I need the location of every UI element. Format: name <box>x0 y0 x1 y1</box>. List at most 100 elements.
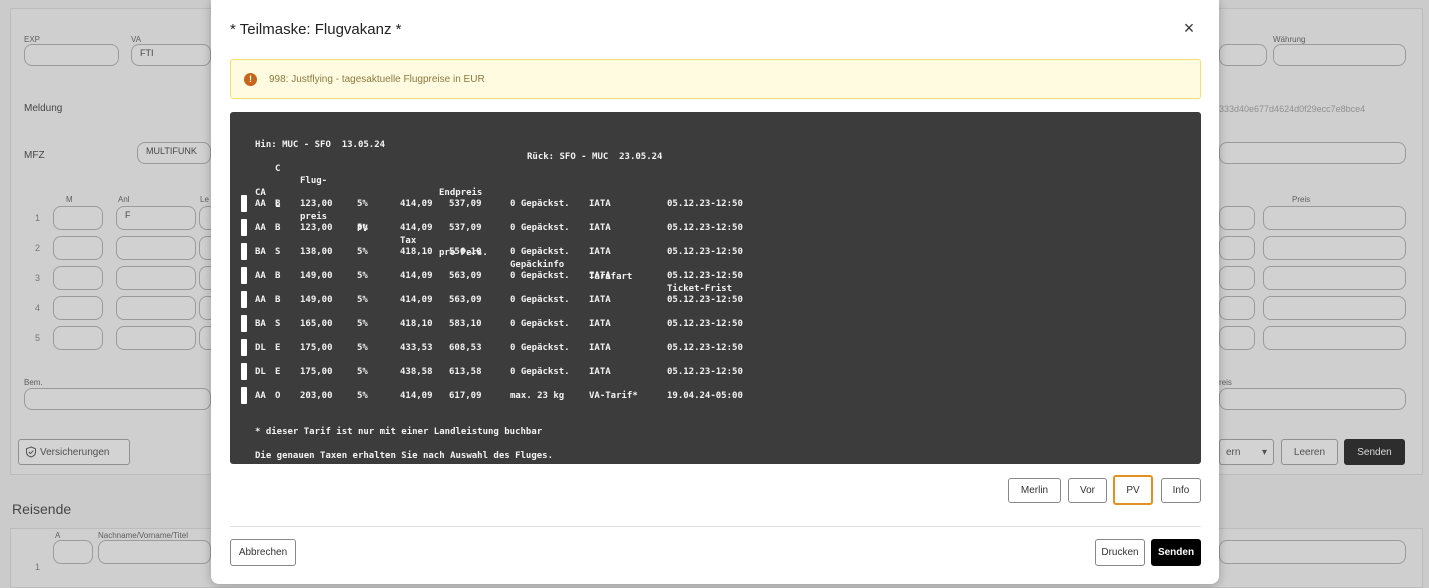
baggage-info: 0 Gepäckst. <box>510 295 570 305</box>
flight-price: 123,00 <box>300 223 333 233</box>
tax-value: 438,58 <box>400 367 433 377</box>
ticket-deadline: 05.12.23-12:50 <box>667 295 743 305</box>
footnote-taxen: Die genauen Taxen erhalten Sie nach Ausw… <box>255 451 554 461</box>
terminal-footnote: * dieser Tarif ist nur mit einer Landlei… <box>230 414 542 437</box>
flight-row[interactable]: BA S 138,00 5% 418,10 556,10 0 Gepäckst. IATA 05… <box>230 246 1201 258</box>
end-price: 563,09 <box>449 271 482 281</box>
carrier: AA <box>255 199 266 209</box>
baggage-info: 0 Gepäckst. <box>510 199 570 209</box>
vor-label: Vor <box>1079 485 1095 496</box>
tax-value: 414,09 <box>400 271 433 281</box>
pv-value: 5% <box>357 367 368 377</box>
drucken-label: Drucken <box>1101 547 1139 558</box>
fare-type: IATA <box>589 271 611 281</box>
vor-button[interactable]: Vor <box>1068 478 1107 503</box>
hin-route: Hin: MUC - SFO 13.05.24 <box>255 140 386 150</box>
ticket-deadline: 05.12.23-12:50 <box>667 319 743 329</box>
booking-class: O <box>275 391 281 401</box>
flight-row[interactable]: DL E 175,00 5% 433,53 608,53 0 Gepäckst. IATA 05… <box>230 342 1201 354</box>
col-c-header: C <box>275 164 281 174</box>
modal-title: * Teilmaske: Flugvakanz * <box>230 21 402 38</box>
flight-price: 175,00 <box>300 343 333 353</box>
ticket-deadline: 19.04.24-05:00 <box>667 391 743 401</box>
booking-class: S <box>275 319 281 329</box>
senden-label: Senden <box>1157 547 1195 558</box>
pv-value: 5% <box>357 295 368 305</box>
pv-value: 5% <box>357 199 368 209</box>
flight-row[interactable]: AA B 123,00 5% 414,09 537,09 0 Gepäckst. IATA 05… <box>230 222 1201 234</box>
footnote-landleistung: * dieser Tarif ist nur mit einer Landlei… <box>255 427 543 437</box>
ticket-deadline: 05.12.23-12:50 <box>667 247 743 257</box>
booking-class: E <box>275 367 281 377</box>
flight-price: 175,00 <box>300 367 333 377</box>
tax-value: 414,09 <box>400 199 433 209</box>
flight-price: 149,00 <box>300 271 333 281</box>
terminal-header-route: Hin: MUC - SFO 13.05.24 Rück: SFO - MUC … <box>230 127 662 162</box>
flight-row[interactable]: AA B 149,00 5% 414,09 563,09 0 Gepäckst. IATA 05… <box>230 294 1201 306</box>
abbrechen-button[interactable]: Abbrechen <box>230 539 296 566</box>
baggage-info: 0 Gepäckst. <box>510 367 570 377</box>
ticket-deadline: 05.12.23-12:50 <box>667 199 743 209</box>
carrier: BA <box>255 319 266 329</box>
merlin-button[interactable]: Merlin <box>1008 478 1061 503</box>
booking-class: B <box>275 199 281 209</box>
close-icon[interactable]: × <box>1180 18 1198 38</box>
baggage-info: 0 Gepäckst. <box>510 343 570 353</box>
carrier: DL <box>255 367 266 377</box>
terminal-header-row-1: C Flug- Endpreis <box>230 151 482 198</box>
pv-value: 5% <box>357 343 368 353</box>
pv-button[interactable]: PV <box>1113 475 1153 505</box>
fare-type: IATA <box>589 295 611 305</box>
fare-type: IATA <box>589 319 611 329</box>
end-price: 608,53 <box>449 343 482 353</box>
merlin-label: Merlin <box>1020 485 1049 496</box>
flight-row[interactable]: AA B 149,00 5% 414,09 563,09 0 Gepäckst. IATA 05… <box>230 270 1201 282</box>
rueck-route: Rück: SFO - MUC 23.05.24 <box>527 152 663 162</box>
fare-type: IATA <box>589 247 611 257</box>
end-price: 537,09 <box>449 223 482 233</box>
warning-alert: ! 998: Justflying - tagesaktuelle Flugpr… <box>230 59 1201 99</box>
tax-value: 418,10 <box>400 247 433 257</box>
flight-row[interactable]: DL E 175,00 5% 438,58 613,58 0 Gepäckst. IATA 05… <box>230 366 1201 378</box>
flight-row[interactable]: AA O 203,00 5% 414,09 617,09 max. 23 kg VA-Tari… <box>230 390 1201 402</box>
flight-price: 123,00 <box>300 199 333 209</box>
flight-row[interactable]: BA S 165,00 5% 418,10 583,10 0 Gepäckst. IATA 05… <box>230 318 1201 330</box>
carrier: BA <box>255 247 266 257</box>
pv-value: 5% <box>357 271 368 281</box>
tax-value: 414,09 <box>400 391 433 401</box>
abbrechen-label: Abbrechen <box>238 547 288 558</box>
end-price: 556,10 <box>449 247 482 257</box>
tax-value: 414,09 <box>400 223 433 233</box>
fare-type: IATA <box>589 343 611 353</box>
carrier: AA <box>255 271 266 281</box>
carrier: DL <box>255 343 266 353</box>
flight-row[interactable]: AA B 123,00 5% 414,09 537,09 0 Gepäckst. IATA 05… <box>230 198 1201 210</box>
baggage-info: 0 Gepäckst. <box>510 247 570 257</box>
flight-availability-terminal: Hin: MUC - SFO 13.05.24 Rück: SFO - MUC … <box>230 112 1201 464</box>
warning-icon: ! <box>244 72 257 86</box>
tax-value: 433,53 <box>400 343 433 353</box>
pv-label: PV <box>1126 484 1140 496</box>
booking-class: B <box>275 223 281 233</box>
pv-value: 5% <box>357 223 368 233</box>
pv-value: 5% <box>357 247 368 257</box>
drucken-button[interactable]: Drucken <box>1095 539 1145 566</box>
senden-button[interactable]: Senden <box>1151 539 1201 566</box>
flight-price: 165,00 <box>300 319 333 329</box>
carrier: AA <box>255 295 266 305</box>
baggage-info: max. 23 kg <box>510 391 565 401</box>
fare-type: IATA <box>589 199 611 209</box>
warning-text: 998: Justflying - tagesaktuelle Flugprei… <box>269 73 485 85</box>
end-price: 537,09 <box>449 199 482 209</box>
col-flug-header: Flug- <box>300 176 328 186</box>
ticket-deadline: 05.12.23-12:50 <box>667 223 743 233</box>
pv-value: 5% <box>357 391 368 401</box>
terminal-header-row-2: CA L preis PV Tax pro Pers. Gepäckinfo T… <box>230 175 732 294</box>
booking-class: S <box>275 247 281 257</box>
info-button[interactable]: Info <box>1161 478 1201 503</box>
carrier: AA <box>255 391 266 401</box>
info-label: Info <box>1172 485 1190 496</box>
baggage-info: 0 Gepäckst. <box>510 223 570 233</box>
end-price: 583,10 <box>449 319 482 329</box>
end-price: 563,09 <box>449 295 482 305</box>
